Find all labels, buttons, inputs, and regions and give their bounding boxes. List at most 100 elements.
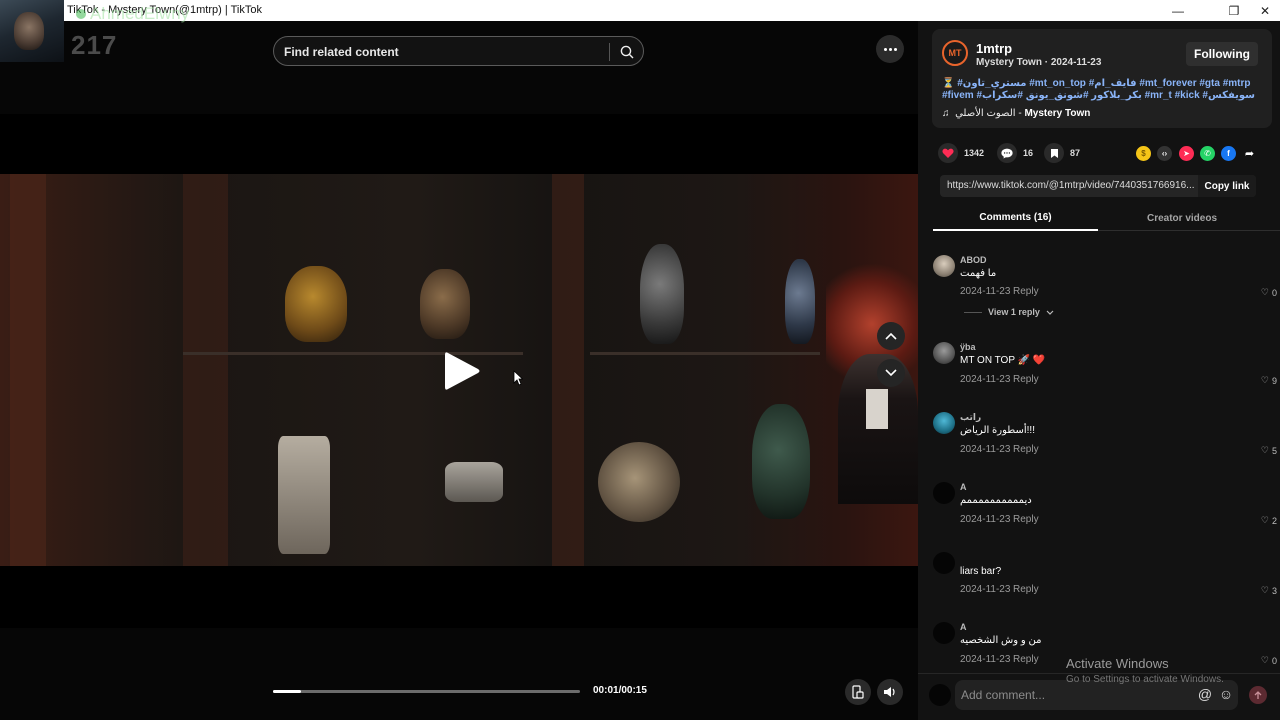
streamer-count: 217: [71, 30, 118, 60]
facebook-icon[interactable]: f: [1221, 146, 1236, 161]
activation-watermark-subtitle: Go to Settings to activate Windows.: [1066, 674, 1224, 685]
commenter-avatar[interactable]: [933, 412, 955, 434]
more-dot-icon: [893, 47, 897, 51]
search-bar: [273, 36, 644, 66]
commenter-name[interactable]: ABOD: [960, 255, 987, 265]
video-player-area: 00:01/00:15: [0, 21, 918, 720]
comment-like-button[interactable]: ♡ 5: [1261, 445, 1277, 456]
commenter-avatar[interactable]: [933, 255, 955, 277]
next-video-button[interactable]: [877, 359, 905, 387]
comment-like-button[interactable]: ♡ 0: [1261, 655, 1277, 666]
tab-creator-videos[interactable]: Creator videos: [1098, 206, 1266, 231]
view-replies-button[interactable]: View 1 reply: [964, 307, 1054, 317]
comment-date: 2024-11-23: [960, 444, 1011, 455]
comment-like-button[interactable]: ♡ 3: [1261, 585, 1277, 596]
comment-text: ما فهمت: [960, 268, 997, 279]
comment-like-button[interactable]: ♡ 0: [1261, 287, 1277, 298]
video-url[interactable]: https://www.tiktok.com/@1mtrp/video/7440…: [947, 180, 1195, 191]
commenter-name[interactable]: A: [960, 622, 967, 632]
streamer-name: AhmedElwny: [76, 4, 189, 24]
progress-bar[interactable]: [273, 690, 580, 693]
floating-player-button[interactable]: [845, 679, 871, 705]
creator-nickname-date: Mystery Town · 2024-11-23: [976, 57, 1102, 68]
search-button[interactable]: [614, 39, 640, 65]
comment-date: 2024-11-23: [960, 584, 1011, 595]
view-replies-label: View 1 reply: [988, 307, 1040, 317]
volume-button[interactable]: [877, 679, 903, 705]
arrow-up-icon: [1254, 690, 1262, 699]
commenter-avatar[interactable]: [933, 622, 955, 644]
comment-text: ديممممممممممم: [960, 495, 1032, 506]
comment-like-count: 2: [1271, 515, 1277, 526]
comment-action[interactable]: 16: [997, 143, 1033, 163]
emoji-icon[interactable]: ☺: [1218, 686, 1234, 702]
sound-link[interactable]: ♫ الصوت الأصلي - Mystery Town: [942, 108, 1090, 119]
floating-player-icon: [852, 685, 864, 699]
reply-button[interactable]: Reply: [1013, 514, 1039, 525]
creator-username[interactable]: 1mtrp: [976, 41, 1012, 56]
letterbox-top: [0, 114, 918, 174]
tab-comments[interactable]: Comments (16): [933, 206, 1098, 231]
comment-date: 2024-11-23: [960, 374, 1011, 385]
reply-button[interactable]: Reply: [1013, 444, 1039, 455]
creator-avatar[interactable]: MT: [942, 40, 968, 66]
comment-like-count: 9: [1271, 375, 1277, 386]
commenter-name[interactable]: A: [960, 482, 967, 492]
share-arrow-icon[interactable]: ➦: [1242, 146, 1257, 161]
send-to-friends-icon[interactable]: ➤: [1179, 146, 1194, 161]
scene-vase: [752, 404, 810, 519]
scene-vase: [640, 244, 684, 344]
comment-like-button[interactable]: ♡ 2: [1261, 515, 1277, 526]
replies-divider: [964, 311, 982, 313]
live-dot-icon: [76, 9, 86, 19]
comment-text: liars bar?: [960, 566, 1002, 577]
save-action[interactable]: 87: [1044, 143, 1080, 163]
commenter-avatar[interactable]: [933, 552, 955, 574]
comment-date: 2024-11-23: [960, 514, 1011, 525]
coin-share-icon[interactable]: $: [1136, 146, 1151, 161]
search-icon: [620, 45, 634, 59]
more-dot-icon: [883, 47, 887, 51]
sound-author: Mystery Town: [1024, 108, 1091, 119]
reply-button[interactable]: Reply: [1013, 374, 1039, 385]
post-caption[interactable]: ⏳ #مستري_تاون #mt_on_top #فايف_ام #mt_fo…: [942, 78, 1264, 102]
search-input[interactable]: [284, 43, 604, 61]
sound-prefix: الصوت الأصلي -: [955, 108, 1025, 119]
more-options-button[interactable]: [876, 35, 904, 63]
commenter-name[interactable]: راتب: [960, 412, 981, 423]
more-dot-icon: [888, 47, 892, 51]
restore-button[interactable]: ❐: [1219, 2, 1249, 19]
close-window-button[interactable]: ✕: [1250, 2, 1280, 19]
mention-icon[interactable]: @: [1197, 686, 1213, 702]
scene-pillar: [552, 174, 584, 566]
comment-like-button[interactable]: ♡ 9: [1261, 375, 1277, 386]
copy-link-button[interactable]: Copy link: [1198, 175, 1256, 197]
scene-vase: [278, 436, 330, 554]
heart-outline-icon: ♡: [1260, 445, 1269, 455]
commenter-name[interactable]: ÿba: [960, 342, 976, 352]
embed-icon[interactable]: ‹›: [1157, 146, 1172, 161]
whatsapp-icon[interactable]: ✆: [1200, 146, 1215, 161]
mouse-cursor-icon: [513, 370, 523, 386]
like-action[interactable]: 1342: [938, 143, 984, 163]
comment-date: 2024-11-23: [960, 654, 1011, 665]
commenter-avatar[interactable]: [933, 482, 955, 504]
scene-vase: [445, 462, 503, 502]
details-panel: MT 1mtrp Mystery Town · 2024-11-23 Follo…: [918, 21, 1280, 720]
minimize-button[interactable]: —: [1163, 2, 1193, 19]
heart-outline-icon: ♡: [1260, 515, 1269, 525]
chevron-up-icon: [885, 332, 897, 340]
comment-like-count: 0: [1271, 287, 1277, 298]
chevron-down-icon: [885, 369, 897, 377]
commenter-avatar[interactable]: [933, 342, 955, 364]
following-button[interactable]: Following: [1186, 42, 1258, 66]
reply-button[interactable]: Reply: [1013, 584, 1039, 595]
reply-button[interactable]: Reply: [1013, 654, 1039, 665]
comment-like-count: 5: [1271, 445, 1277, 456]
play-icon[interactable]: [442, 349, 482, 393]
post-comment-button[interactable]: [1249, 686, 1267, 704]
reply-button[interactable]: Reply: [1013, 286, 1039, 297]
scene-figure-shirt: [866, 389, 888, 429]
like-count: 1342: [964, 148, 985, 158]
previous-video-button[interactable]: [877, 322, 905, 350]
